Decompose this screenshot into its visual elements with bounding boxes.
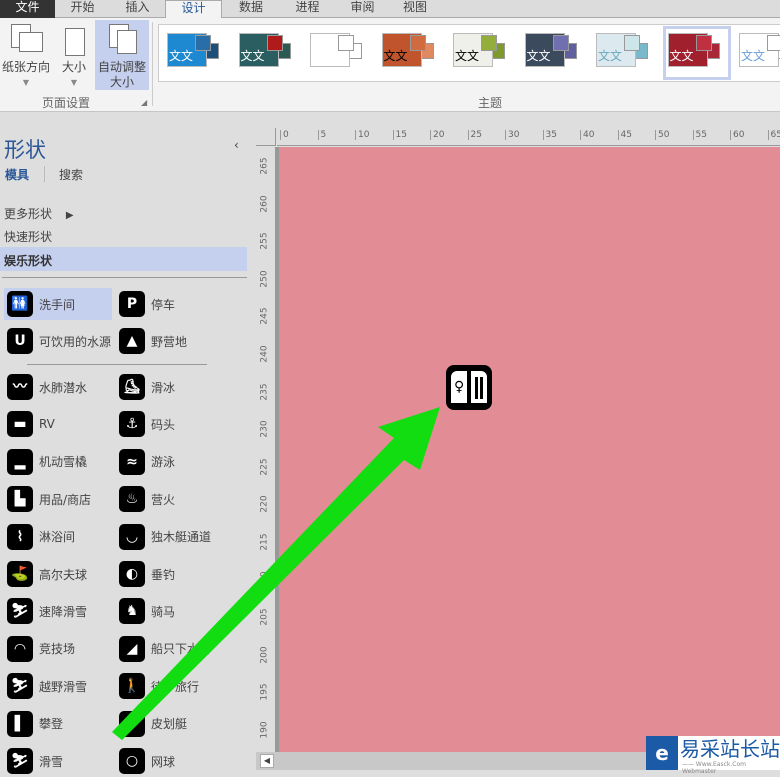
watermark-url: —— Www.Easck.Com Webmaster xyxy=(682,761,780,775)
watermark-name: 易采站长站 xyxy=(680,736,780,762)
green-arrow xyxy=(112,407,440,740)
scroll-left-button[interactable]: ◀ xyxy=(260,754,274,768)
watermark-logo-icon: e xyxy=(646,736,678,770)
annotation-arrow xyxy=(0,0,780,770)
watermark: e 易采站长站 —— Www.Easck.Com Webmaster xyxy=(646,736,780,770)
